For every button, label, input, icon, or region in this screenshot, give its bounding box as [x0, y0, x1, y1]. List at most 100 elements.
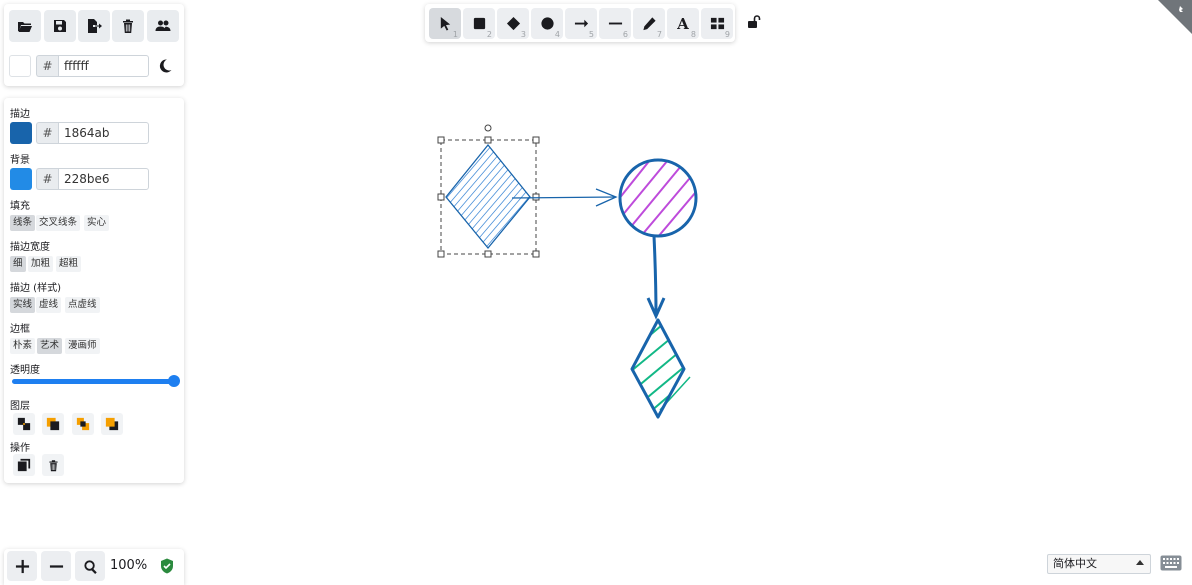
stroke-width-extra-bold-option[interactable]: 超粗 — [56, 256, 82, 272]
zoom-reset-icon — [83, 559, 97, 574]
square-icon — [473, 17, 485, 30]
sloppiness-cartoonist-option[interactable]: 漫画师 — [65, 338, 100, 354]
keyboard-icon[interactable] — [1160, 555, 1182, 571]
minus-icon — [49, 564, 63, 568]
trash-icon — [48, 459, 58, 471]
canvas-diamond-selected[interactable] — [430, 124, 558, 268]
stroke-style-dotted-option[interactable]: 点虚线 — [65, 297, 100, 313]
cursor-icon — [440, 16, 450, 31]
canvas-background-swatch[interactable] — [9, 55, 31, 77]
stroke-width-bold-option[interactable]: 加粗 — [28, 256, 54, 272]
duplicate-icon — [17, 458, 31, 472]
arrow-tool[interactable]: 5 — [565, 8, 597, 39]
circle-icon — [540, 17, 554, 30]
tool-shortcut: 8 — [690, 30, 696, 39]
open-button[interactable] — [9, 10, 41, 42]
dark-mode-toggle[interactable] — [157, 58, 173, 74]
export-button[interactable] — [78, 10, 110, 42]
github-corner-icon[interactable] — [1158, 0, 1192, 34]
canvas-arrow-horizontal[interactable] — [511, 188, 618, 207]
hash-prefix: # — [36, 55, 58, 77]
stroke-width-thin-option[interactable]: 细 — [10, 256, 26, 272]
line-tool[interactable]: 6 — [599, 8, 631, 39]
send-backward-button[interactable] — [42, 413, 64, 435]
send-to-back-icon — [17, 417, 31, 431]
opacity-label: 透明度 — [10, 365, 40, 376]
clear-canvas-button[interactable] — [112, 10, 144, 42]
background-label: 背景 — [10, 155, 30, 166]
moon-icon — [159, 59, 172, 73]
stroke-style-label: 描边 (样式) — [10, 283, 61, 294]
duplicate-button[interactable] — [13, 454, 35, 476]
open-icon — [18, 22, 32, 32]
opacity-slider-thumb[interactable] — [168, 375, 180, 387]
hash-prefix: # — [36, 168, 58, 190]
plus-icon — [15, 559, 29, 573]
canvas-circle[interactable] — [610, 158, 710, 246]
hash-prefix: # — [36, 122, 58, 144]
background-color-swatch[interactable] — [10, 168, 32, 190]
main-menu-panel: # ffffff — [4, 4, 184, 86]
shapes-toolbar: 1 2 3 4 5 6 7 A 8 9 — [425, 4, 735, 42]
stroke-color-input[interactable]: 1864ab — [58, 122, 149, 144]
fill-cross-hatch-option[interactable]: 交叉线条 — [36, 215, 81, 231]
tool-shortcut: 4 — [554, 30, 560, 39]
tool-shortcut: 2 — [486, 30, 492, 39]
stroke-color-swatch[interactable] — [10, 122, 32, 144]
canvas-background-input[interactable]: ffffff — [58, 55, 149, 77]
fill-hachure-option[interactable]: 线条 — [10, 215, 36, 231]
zoom-in-button[interactable] — [7, 551, 37, 581]
rectangle-tool[interactable]: 2 — [463, 8, 495, 39]
sloppiness-artist-option[interactable]: 艺术 — [37, 338, 63, 354]
send-to-back-button[interactable] — [13, 413, 35, 435]
collaboration-button[interactable] — [147, 10, 179, 42]
bring-forward-icon — [76, 417, 90, 431]
canvas-diamond-green[interactable] — [630, 318, 692, 419]
diamond-tool[interactable]: 3 — [497, 8, 529, 39]
properties-panel: 描边 # 1864ab 背景 # 228be6 填充 线条 交叉线条 实心 描边… — [4, 98, 184, 483]
fill-label: 填充 — [10, 201, 30, 212]
encryption-indicator[interactable] — [160, 558, 174, 574]
stroke-style-solid-option[interactable]: 实线 — [10, 297, 36, 313]
trash-icon — [123, 19, 133, 33]
ellipse-tool[interactable]: 4 — [531, 8, 563, 39]
fill-solid-option[interactable]: 实心 — [84, 215, 110, 231]
library-tool[interactable]: 9 — [701, 8, 733, 39]
export-icon — [88, 19, 102, 33]
opacity-slider-track[interactable] — [12, 379, 174, 384]
tool-shortcut: 5 — [588, 30, 594, 39]
library-grid-icon — [710, 17, 724, 30]
tool-shortcut: 1 — [452, 30, 458, 39]
stroke-width-label: 描边宽度 — [10, 242, 50, 253]
delete-button[interactable] — [42, 454, 64, 476]
bring-forward-button[interactable] — [72, 413, 94, 435]
background-color-input[interactable]: 228be6 — [58, 168, 149, 190]
zoom-out-button[interactable] — [41, 551, 71, 581]
zoom-controls: 100% — [4, 549, 184, 585]
zoom-level: 100% — [110, 558, 148, 573]
pencil-tool[interactable]: 7 — [633, 8, 665, 39]
tool-shortcut: 3 — [520, 30, 526, 39]
stroke-style-dashed-option[interactable]: 虚线 — [36, 297, 62, 313]
text-tool[interactable]: A 8 — [667, 8, 699, 39]
save-button[interactable] — [44, 10, 76, 42]
unlock-icon — [748, 15, 761, 28]
diamond-icon — [506, 16, 520, 31]
line-icon — [608, 22, 622, 25]
sloppiness-architect-option[interactable]: 朴素 — [10, 338, 36, 354]
tool-shortcut: 7 — [656, 30, 662, 39]
canvas-arrow-vertical[interactable] — [646, 235, 666, 320]
reset-zoom-button[interactable] — [75, 551, 105, 581]
shield-check-icon — [161, 558, 173, 574]
bring-to-front-button[interactable] — [101, 413, 123, 435]
send-backward-icon — [46, 417, 60, 431]
selection-tool[interactable]: 1 — [429, 8, 461, 39]
lock-toggle[interactable] — [747, 14, 761, 30]
tool-shortcut: 6 — [622, 30, 628, 39]
save-icon — [54, 20, 66, 32]
pencil-icon — [642, 17, 656, 31]
language-select[interactable]: 简体中文 — [1047, 554, 1151, 574]
bring-to-front-icon — [105, 417, 119, 431]
collab-icon — [155, 20, 171, 31]
actions-label: 操作 — [10, 443, 30, 454]
